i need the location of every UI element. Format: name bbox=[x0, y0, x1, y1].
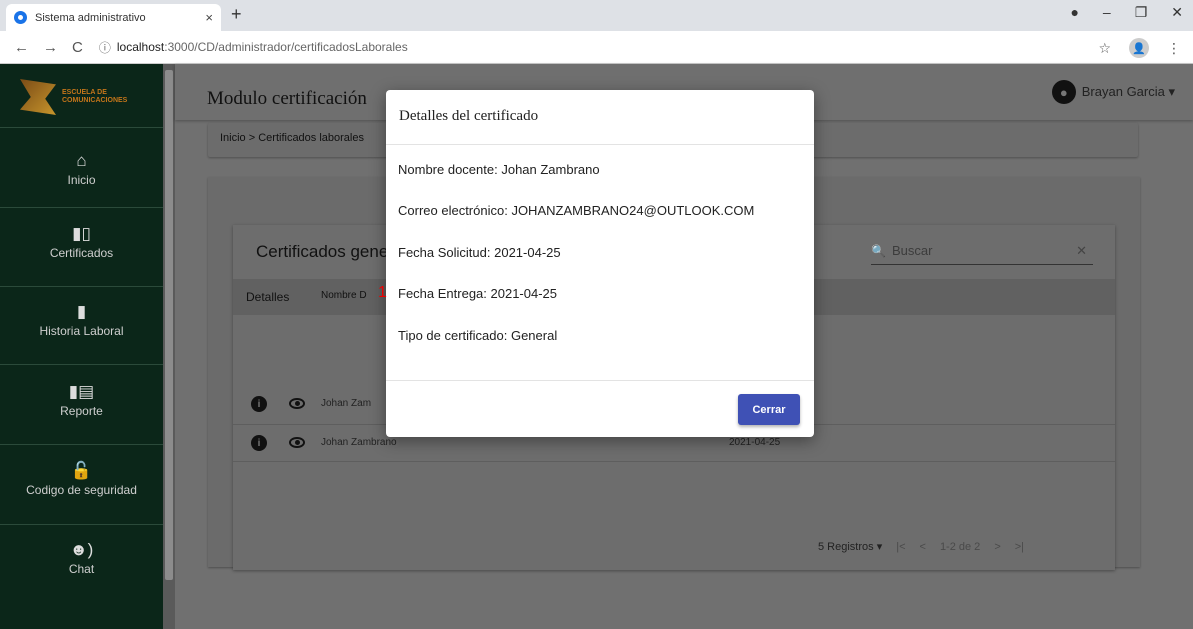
profile-avatar-icon[interactable]: 👤 bbox=[1129, 38, 1149, 58]
browser-tab[interactable]: Sistema administrativo × bbox=[6, 4, 221, 31]
reload-icon[interactable]: C bbox=[72, 39, 83, 56]
bookmark-star-icon[interactable]: ☆ bbox=[1098, 40, 1111, 57]
school-logo: ESCUELA DE COMUNICACIONES bbox=[20, 74, 140, 120]
window-controls: ● – ❐ ✕ bbox=[1070, 4, 1183, 21]
pagination: 5 Registros ▾ |< < 1-2 de 2 > >| bbox=[818, 540, 1024, 554]
sidebar-scrollbar-thumb[interactable] bbox=[165, 70, 173, 580]
tab-close-icon[interactable]: × bbox=[205, 10, 213, 25]
sidebar: ESCUELA DE COMUNICACIONES ⌂ Inicio ▮▯ Cer… bbox=[0, 64, 163, 629]
field-correo: Correo electrónico: JOHANZAMBRANO24@OUTL… bbox=[398, 203, 755, 218]
sidebar-item-chat[interactable]: ☻) Chat bbox=[0, 528, 163, 588]
modal-title: Detalles del certificado bbox=[399, 108, 539, 124]
report-icon: ▮▤ bbox=[68, 382, 95, 401]
divider bbox=[0, 364, 163, 365]
annotation-marker: 1 bbox=[378, 284, 387, 301]
user-avatar-icon: ● bbox=[1051, 80, 1076, 104]
user-menu[interactable]: ● Brayan Garcia ▾ bbox=[1051, 80, 1175, 104]
chat-icon: ☻) bbox=[69, 540, 94, 559]
field-nombre-docente: Nombre docente: Johan Zambrano bbox=[398, 162, 600, 177]
divider bbox=[386, 144, 814, 145]
logo-mark-icon bbox=[20, 79, 56, 115]
divider bbox=[0, 127, 163, 128]
home-icon: ⌂ bbox=[76, 151, 87, 170]
info-detail-icon[interactable]: i bbox=[251, 435, 267, 451]
divider bbox=[386, 380, 814, 381]
cell-nombre: Johan Zam bbox=[321, 398, 372, 409]
lock-icon: 🔓 bbox=[70, 461, 93, 480]
logo-text-2: COMUNICACIONES bbox=[62, 97, 128, 104]
bookmark-icon: ▮ bbox=[76, 302, 87, 321]
next-page-icon[interactable]: > bbox=[994, 541, 1000, 553]
sidebar-item-codigo-seguridad[interactable]: 🔓 Codigo de seguridad bbox=[0, 449, 163, 509]
sidebar-item-reporte[interactable]: ▮▤ Reporte bbox=[0, 370, 163, 430]
cell-fecha: 2021-04-25 bbox=[729, 437, 781, 448]
prev-page-icon[interactable]: < bbox=[920, 541, 926, 553]
page-range: 1-2 de 2 bbox=[939, 540, 981, 553]
maximize-icon[interactable]: ❐ bbox=[1135, 4, 1148, 21]
url-host: localhost bbox=[116, 40, 165, 54]
book-icon: ▮▯ bbox=[72, 224, 91, 243]
divider bbox=[0, 207, 163, 208]
last-page-icon[interactable]: >| bbox=[1015, 541, 1024, 553]
search-icon: 🔍 bbox=[871, 243, 886, 258]
sidebar-item-label: Historia Laboral bbox=[39, 324, 124, 338]
first-page-icon[interactable]: |< bbox=[896, 541, 905, 553]
table-title: Certificados gene bbox=[256, 242, 389, 261]
back-icon[interactable]: ← bbox=[14, 39, 29, 56]
divider bbox=[0, 286, 163, 287]
column-header-nombre[interactable]: Nombre D bbox=[321, 290, 367, 301]
sidebar-item-inicio[interactable]: ⌂ Inicio bbox=[0, 139, 163, 199]
forward-icon[interactable]: → bbox=[43, 39, 58, 56]
search-placeholder: Buscar bbox=[891, 243, 933, 258]
sidebar-item-label: Reporte bbox=[60, 404, 103, 418]
tab-title: Sistema administrativo bbox=[35, 11, 146, 24]
divider bbox=[0, 524, 163, 525]
field-tipo-certificado: Tipo de certificado: General bbox=[398, 328, 558, 343]
cell-nombre: Johan Zambrano bbox=[321, 437, 397, 448]
info-icon[interactable]: ⓘ bbox=[99, 39, 111, 56]
favicon-icon bbox=[14, 11, 27, 24]
column-header-detalles[interactable]: Detalles bbox=[246, 290, 289, 304]
clear-search-icon[interactable]: ✕ bbox=[1076, 243, 1087, 259]
field-fecha-solicitud: Fecha Solicitud: 2021-04-25 bbox=[398, 245, 561, 260]
url-path: :3000/CD/administrador/certificadosLabor… bbox=[164, 40, 408, 54]
field-fecha-entrega: Fecha Entrega: 2021-04-25 bbox=[398, 286, 557, 301]
profile-menu-icon[interactable]: ● bbox=[1070, 4, 1078, 21]
info-detail-icon[interactable]: i bbox=[251, 396, 267, 412]
sidebar-item-certificados[interactable]: ▮▯ Certificados bbox=[0, 212, 163, 272]
user-name: Brayan Garcia ▾ bbox=[1081, 84, 1175, 99]
logo-text-1: ESCUELA DE bbox=[62, 89, 107, 96]
url-field[interactable]: ⓘ localhost:3000/CD/administrador/certif… bbox=[99, 39, 408, 56]
divider bbox=[0, 444, 163, 445]
rows-per-page-label: 5 Registros bbox=[818, 541, 874, 553]
browser-menu-icon[interactable]: ⋮ bbox=[1167, 40, 1181, 57]
view-eye-icon[interactable] bbox=[289, 437, 305, 448]
sidebar-item-label: Certificados bbox=[49, 246, 114, 260]
rows-per-page-select[interactable]: 5 Registros ▾ bbox=[818, 540, 882, 553]
close-button[interactable]: Cerrar bbox=[738, 394, 800, 425]
view-eye-icon[interactable] bbox=[289, 398, 305, 409]
sidebar-item-label: Codigo de seguridad bbox=[26, 483, 137, 497]
address-bar: ← → C ⓘ localhost:3000/CD/administrador/… bbox=[0, 31, 1193, 64]
sidebar-item-historia-laboral[interactable]: ▮ Historia Laboral bbox=[0, 290, 163, 350]
sidebar-item-label: Chat bbox=[68, 562, 95, 576]
sidebar-item-label: Inicio bbox=[67, 173, 96, 187]
browser-tab-bar: Sistema administrativo × + ● – ❐ ✕ bbox=[0, 0, 1193, 31]
minimize-icon[interactable]: – bbox=[1103, 4, 1111, 21]
window-close-icon[interactable]: ✕ bbox=[1171, 4, 1183, 21]
certificate-details-modal: Detalles del certificado Nombre docente:… bbox=[386, 90, 814, 437]
new-tab-button[interactable]: + bbox=[231, 4, 242, 25]
search-input[interactable]: 🔍 Buscar ✕ bbox=[871, 237, 1093, 265]
page-title: Modulo certificación bbox=[207, 88, 367, 109]
